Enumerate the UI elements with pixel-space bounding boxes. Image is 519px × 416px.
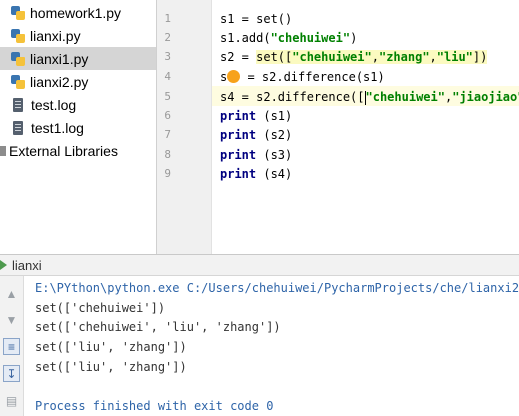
- lightbulb-icon[interactable]: [227, 70, 241, 83]
- scroll-down-icon[interactable]: ▼: [3, 311, 20, 328]
- console-output-line: set(['chehuiwei', 'liu', 'zhang']): [35, 320, 281, 334]
- python-file-icon: [11, 51, 25, 66]
- line-number: 1: [164, 12, 171, 25]
- code-line-6: print (s1): [220, 109, 293, 123]
- line-number: 5: [164, 90, 171, 103]
- tree-item-label: test.log: [31, 96, 77, 113]
- run-console[interactable]: E:\PYthon\python.exe C:/Users/chehuiwei/…: [24, 276, 519, 416]
- tree-item-homework1[interactable]: homework1.py: [0, 1, 121, 24]
- python-file-icon: [11, 28, 25, 43]
- console-output-line: set(['chehuiwei']): [35, 301, 166, 315]
- scroll-up-icon[interactable]: ▲: [3, 285, 20, 302]
- scroll-to-end-icon[interactable]: ↧: [3, 365, 20, 382]
- run-panel-header: lianxi: [0, 254, 519, 276]
- tree-item-label: lianxi.py: [30, 27, 81, 44]
- tree-item-label: homework1.py: [30, 4, 122, 21]
- code-line-5: s4 = s2.difference(["chehuiwei","jiaojia…: [220, 90, 519, 105]
- code-line-7: print (s2): [220, 128, 293, 142]
- log-file-icon: [13, 120, 23, 135]
- console-output-line: set(['liu', 'zhang']): [35, 360, 187, 374]
- tree-item-label: External Libraries: [9, 142, 118, 159]
- line-number: 4: [164, 70, 171, 83]
- code-line-8: print (s3): [220, 148, 293, 162]
- line-number: 9: [164, 167, 171, 180]
- line-number-gutter: 1 2 3 4 5 6 7 8 9: [157, 0, 212, 254]
- line-number: 2: [164, 31, 171, 44]
- console-output-line: set(['liu', 'zhang']): [35, 340, 187, 354]
- python-file-icon: [11, 5, 25, 20]
- tree-item-label: lianxi2.py: [30, 73, 89, 90]
- console-command-line: E:\PYthon\python.exe C:/Users/chehuiwei/…: [35, 281, 519, 295]
- line-number: 7: [164, 128, 171, 141]
- code-line-2: s1.add("chehuiwei"): [220, 31, 358, 45]
- tree-item-test1-log[interactable]: test1.log: [0, 116, 84, 139]
- code-area[interactable]: s1 = set() s1.add("chehuiwei") s2 = set(["…: [212, 0, 519, 254]
- run-icon: [0, 260, 7, 270]
- log-file-icon: [13, 97, 23, 112]
- project-tree-panel: homework1.py lianxi.py lianxi1.py lianxi…: [0, 0, 157, 254]
- tree-item-test-log[interactable]: test.log: [0, 93, 76, 116]
- code-line-4: s = s2.difference(s1): [220, 70, 385, 84]
- tree-item-lianxi2[interactable]: lianxi2.py: [0, 70, 88, 93]
- line-number: 3: [164, 50, 171, 63]
- code-line-1: s1 = set(): [220, 12, 293, 26]
- code-line-3: s2 = set(["chehuiwei","zhang","liu"]): [220, 50, 488, 64]
- code-editor[interactable]: 1 2 3 4 5 6 7 8 9 s1 = set() s1.add("cheh…: [157, 0, 519, 254]
- line-number: 6: [164, 109, 171, 122]
- run-toolbar: ▲ ▼ ≡ ↧ ▤: [0, 276, 24, 416]
- tree-item-external-libraries[interactable]: External Libraries: [0, 139, 118, 162]
- console-exit-line: Process finished with exit code 0: [35, 399, 274, 413]
- tree-item-label: test1.log: [31, 119, 84, 136]
- tree-item-lianxi[interactable]: lianxi.py: [0, 24, 81, 47]
- print-icon[interactable]: ▤: [3, 392, 20, 409]
- tree-item-lianxi1[interactable]: lianxi1.py: [0, 47, 156, 70]
- line-number: 8: [164, 148, 171, 161]
- code-line-9: print (s4): [220, 167, 293, 181]
- tree-item-label: lianxi1.py: [30, 50, 89, 67]
- run-tab-title[interactable]: lianxi: [12, 258, 42, 273]
- python-file-icon: [11, 74, 25, 89]
- library-icon: [0, 145, 6, 156]
- soft-wrap-icon[interactable]: ≡: [3, 338, 20, 355]
